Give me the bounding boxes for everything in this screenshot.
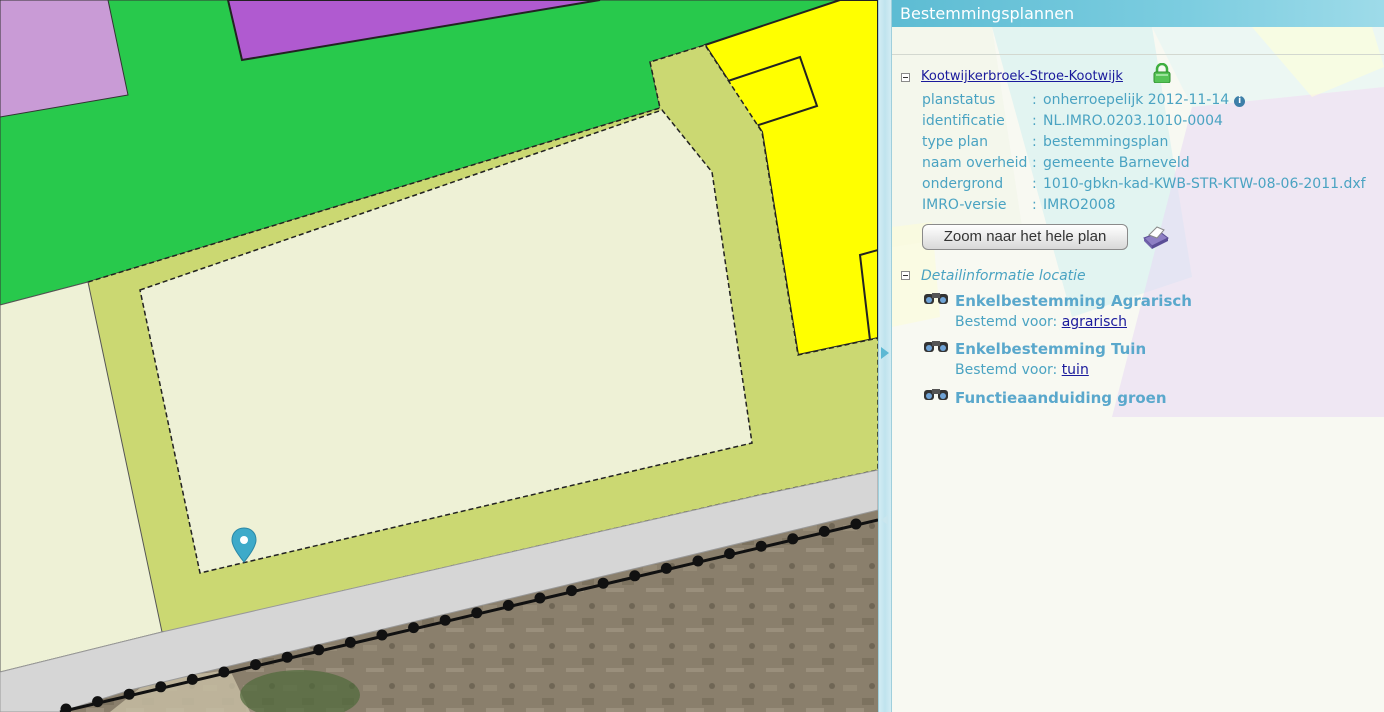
boundary-dot: [376, 629, 388, 641]
boundary-dot: [344, 636, 356, 648]
binoculars-icon[interactable]: [923, 290, 949, 306]
boundary-dot: [281, 651, 293, 663]
boundary-dot: [313, 644, 325, 656]
bestemd-voor-label: Bestemd voor:: [955, 314, 1058, 330]
boundary-dot: [471, 607, 483, 619]
plan-property-row: identificatie: NL.IMRO.0203.1010-0004: [922, 113, 1223, 129]
boundary-dot: [502, 599, 514, 611]
property-separator: :: [1032, 155, 1037, 171]
detail-sub-agrarisch: Bestemd voor: agrarisch: [955, 314, 1127, 330]
boundary-dot: [724, 548, 736, 560]
property-value: onherroepelijk 2012-11-14: [1043, 92, 1230, 108]
plan-property-row: planstatus: onherroepelijk 2012-11-14 i: [922, 92, 1246, 108]
boundary-dot: [250, 659, 262, 671]
header-divider: [892, 54, 1384, 55]
panel-splitter[interactable]: [878, 0, 892, 712]
property-key: ondergrond: [922, 176, 1004, 192]
bestemd-voor-agrarisch-link[interactable]: agrarisch: [1062, 314, 1127, 330]
info-panel: Bestemmingsplannen Kootwijkerbroek-Stroe…: [892, 0, 1384, 712]
plan-property-row: type plan: bestemmingsplan: [922, 134, 1168, 150]
map-view[interactable]: [0, 0, 878, 712]
boundary-dot: [629, 570, 641, 582]
binoculars-icon[interactable]: [923, 338, 949, 354]
plan-property-row: IMRO-versie: IMRO2008: [922, 197, 1116, 213]
boundary-dot: [692, 555, 704, 567]
boundary-dot: [92, 696, 104, 708]
boundary-dot: [218, 666, 230, 678]
collapse-detail-toggle[interactable]: [901, 271, 910, 280]
bestemd-voor-label: Bestemd voor:: [955, 362, 1058, 378]
property-separator: :: [1032, 134, 1037, 150]
property-value: IMRO2008: [1043, 197, 1116, 213]
boundary-dot: [408, 622, 420, 634]
property-value: NL.IMRO.0203.1010-0004: [1043, 113, 1223, 129]
property-value: 1010-gbkn-kad-KWB-STR-KTW-08-06-2011.dxf: [1043, 176, 1366, 192]
binoculars-icon[interactable]: [923, 386, 949, 402]
boundary-dot: [123, 688, 135, 700]
boundary-dot: [566, 585, 578, 597]
boundary-dot: [534, 592, 546, 604]
map-watermark: [892, 27, 1384, 417]
detail-item-tuin[interactable]: Enkelbestemming Tuin: [955, 340, 1146, 358]
lock-icon: [1153, 63, 1171, 83]
detail-sub-tuin: Bestemd voor: tuin: [955, 362, 1089, 378]
boundary-dot: [439, 614, 451, 626]
property-key: type plan: [922, 134, 988, 150]
property-separator: :: [1032, 92, 1037, 108]
property-key: naam overheid: [922, 155, 1028, 171]
boundary-dot: [850, 518, 862, 530]
property-value: bestemmingsplan: [1043, 134, 1169, 150]
detail-section-title: Detailinformatie locatie: [921, 268, 1086, 284]
plan-property-row: naam overheid: gemeente Barneveld: [922, 155, 1190, 171]
property-key: IMRO-versie: [922, 197, 1007, 213]
detail-item-groen[interactable]: Functieaanduiding groen: [955, 389, 1167, 407]
zoom-to-plan-button[interactable]: Zoom naar het hele plan: [922, 224, 1128, 250]
property-key: identificatie: [922, 113, 1005, 129]
bestemd-voor-tuin-link[interactable]: tuin: [1062, 362, 1089, 378]
detail-item-agrarisch[interactable]: Enkelbestemming Agrarisch: [955, 292, 1192, 310]
boundary-dot: [186, 673, 198, 685]
plan-name-link[interactable]: Kootwijkerbroek-Stroe-Kootwijk: [921, 69, 1123, 84]
collapse-arrow-icon[interactable]: [881, 347, 889, 359]
property-separator: :: [1032, 176, 1037, 192]
boundary-dot: [755, 540, 767, 552]
boundary-dot: [818, 525, 830, 537]
boundary-dot: [660, 562, 672, 574]
boundary-dot: [787, 533, 799, 545]
property-separator: :: [1032, 197, 1037, 213]
property-separator: :: [1032, 113, 1037, 129]
splitter-grip-icon: [881, 515, 888, 525]
property-key: planstatus: [922, 92, 996, 108]
printer-icon[interactable]: [1140, 224, 1170, 250]
panel-header: Bestemmingsplannen: [892, 0, 1384, 27]
boundary-dot: [155, 681, 167, 693]
collapse-plan-toggle[interactable]: [901, 73, 910, 82]
property-value: gemeente Barneveld: [1043, 155, 1190, 171]
boundary-dot: [597, 577, 609, 589]
plan-property-row: ondergrond:1010-gbkn-kad-KWB-STR-KTW-08-…: [922, 176, 1366, 192]
info-icon[interactable]: i: [1234, 96, 1246, 107]
